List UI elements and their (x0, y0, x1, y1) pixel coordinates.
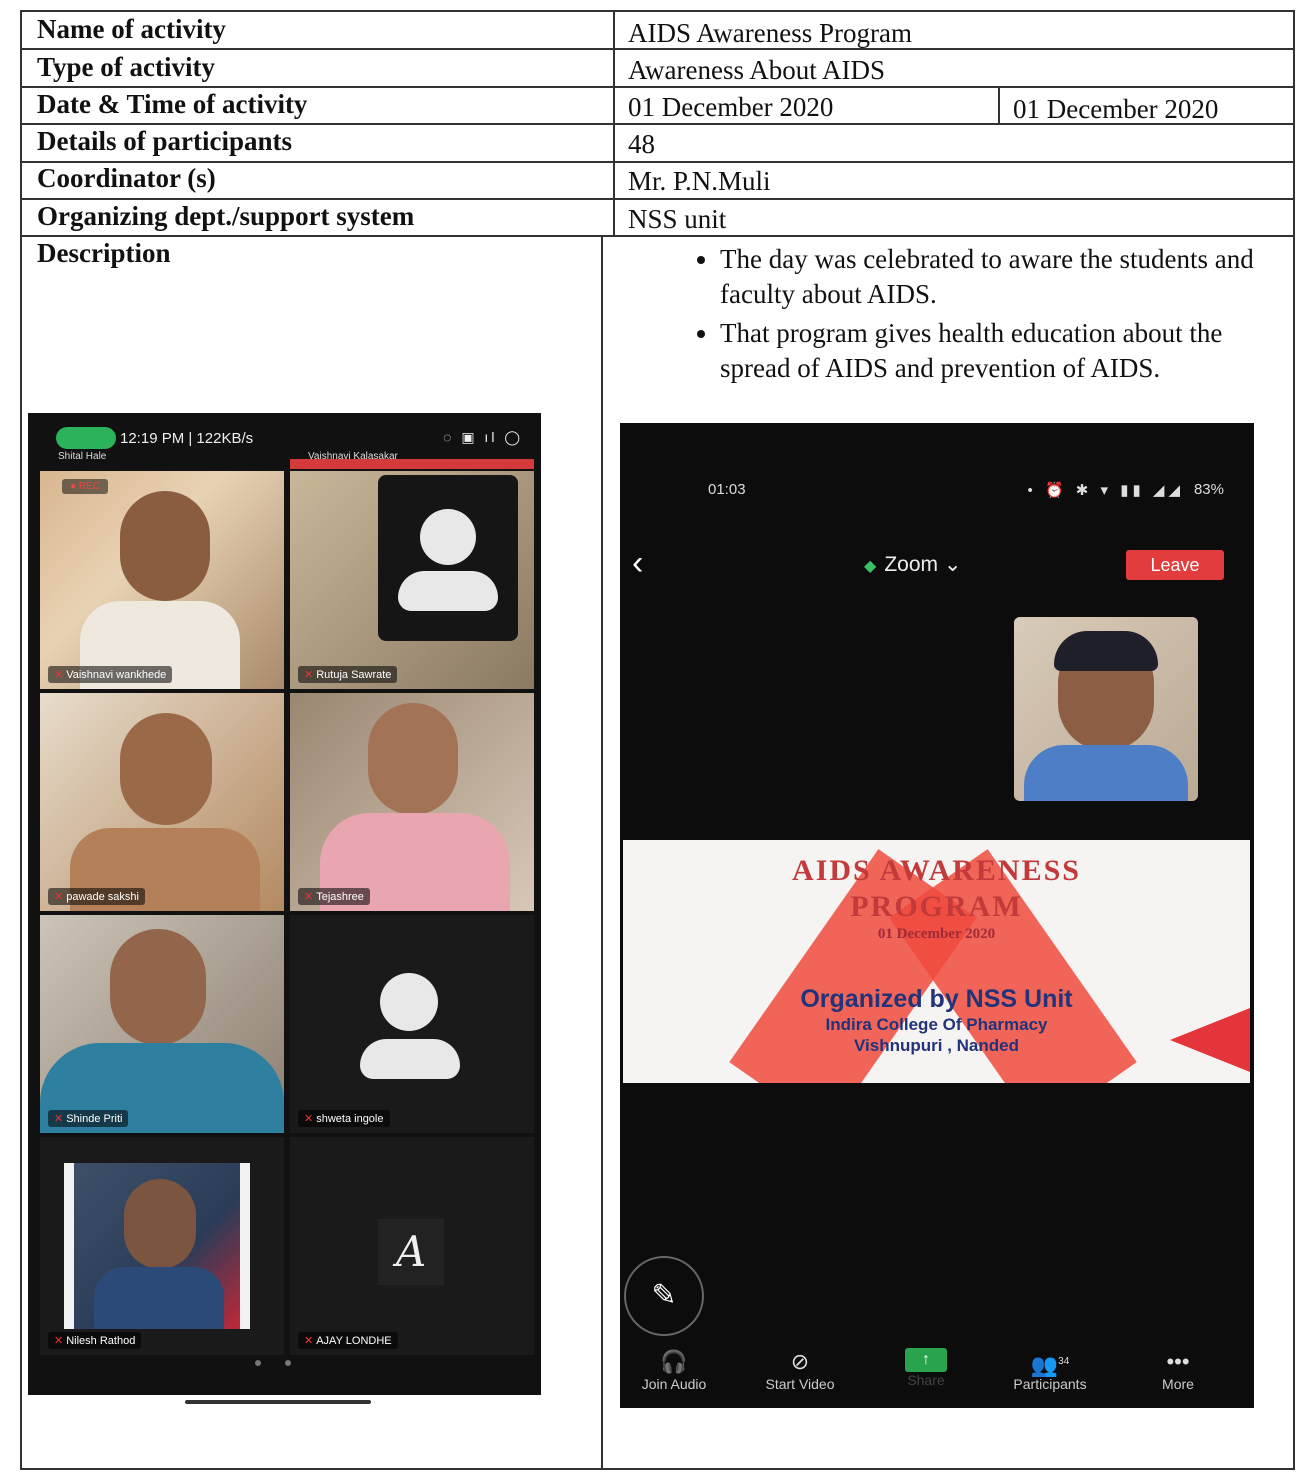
home-indicator (185, 1400, 371, 1404)
muted-mic-icon: ✕ (304, 891, 314, 903)
participants-count-badge: 34 (1058, 1356, 1070, 1367)
more-button[interactable]: ••• More (1118, 1348, 1238, 1392)
active-speaker-indicator (290, 459, 534, 469)
back-icon[interactable]: ‹ (632, 546, 643, 580)
mic-icon (56, 427, 116, 449)
start-video-button[interactable]: ⊘ Start Video (740, 1348, 860, 1392)
row-label-organizer: Organizing dept./support system (37, 201, 415, 231)
recording-badge: ● REC (62, 479, 108, 494)
muted-mic-icon: ✕ (304, 669, 314, 681)
participant-name: Rutuja Sawrate (316, 669, 392, 681)
slide-organizer: Organized by NSS Unit (800, 985, 1073, 1013)
participant-name: shweta ingole (316, 1113, 384, 1125)
join-audio-button[interactable]: 🎧 Join Audio (614, 1348, 734, 1392)
avatar-initial: A (378, 1219, 444, 1285)
meeting-toolbar: 🎧 Join Audio ⊘ Start Video ↑ Share 👥34 P… (620, 1348, 1254, 1404)
share-button[interactable]: ↑ Share (866, 1348, 986, 1388)
annotate-pencil-icon[interactable]: ✎ (624, 1256, 704, 1336)
video-tile: ✕ Shinde Priti (40, 915, 284, 1133)
muted-mic-icon: ✕ (54, 1335, 64, 1347)
muted-mic-icon: ✕ (54, 891, 64, 903)
status-bar: 12:19 PM | 122KB/s ◌ ▣ ıl ◯ (28, 413, 541, 453)
description-point: That program gives health education abou… (720, 316, 1292, 386)
battery-level: 83% (1193, 481, 1224, 498)
speaker-video (1014, 617, 1198, 801)
table-column-divider (601, 235, 603, 1470)
participant-name: Shinde Priti (66, 1113, 123, 1125)
video-tile: ✕ Tejashree (290, 693, 534, 911)
meeting-header: ‹ ◆ Zoom ⌄ Leave (620, 546, 1254, 588)
status-icons: ◌ ▣ ıl ◯ (443, 429, 523, 445)
share-icon: ↑ (905, 1348, 947, 1372)
page-indicator[interactable] (243, 1353, 303, 1371)
participant-name: pawade sakshi (66, 891, 139, 903)
muted-mic-icon: ✕ (54, 1113, 64, 1125)
row-value-organizer: NSS unit (628, 204, 727, 234)
participants-icon: 👥 (1030, 1352, 1059, 1378)
shield-icon: ◆ (864, 558, 877, 575)
shared-slide: AIDS AWARENESS PROGRAM 01 December 2020 … (623, 840, 1250, 1083)
muted-mic-icon: ✕ (304, 1335, 314, 1347)
top-name-left: Shital Hale (58, 451, 107, 462)
video-tile: ✕ Rutuja Sawrate (290, 471, 534, 689)
slide-location: Vishnupuri , Nanded (854, 1036, 1019, 1055)
participant-name: Tejashree (316, 891, 364, 903)
description-point: The day was celebrated to aware the stud… (720, 242, 1292, 312)
status-time: 01:03 (708, 481, 746, 498)
status-icons: • ⏰ ✱ ▾ ▮▮ ◢◢ (1027, 482, 1184, 499)
participants-button[interactable]: 👥34 Participants (990, 1348, 1110, 1392)
more-icon: ••• (1166, 1349, 1190, 1374)
slide-date: 01 December 2020 (877, 926, 996, 942)
row-value-participants: 48 (628, 129, 655, 159)
headphones-icon: 🎧 (660, 1349, 688, 1374)
row-label-coordinator: Coordinator (s) (37, 163, 216, 193)
row-label-participants: Details of participants (37, 126, 292, 156)
avatar (378, 475, 518, 641)
video-tile: ✕ Nilesh Rathod (40, 1137, 284, 1355)
app-title[interactable]: ◆ Zoom ⌄ (864, 552, 961, 577)
meeting-gallery-screenshot: 12:19 PM | 122KB/s ◌ ▣ ıl ◯ Shital Hale … (28, 413, 541, 1395)
row-label-name: Name of activity (37, 14, 226, 44)
slide-title-line1: AIDS AWARENESS (792, 854, 1081, 887)
row-value-type: Awareness About AIDS (628, 55, 886, 85)
date-cell-divider (998, 87, 1000, 125)
video-tile: ✕ shweta ingole (290, 915, 534, 1133)
row-label-date: Date & Time of activity (37, 89, 308, 119)
muted-mic-icon: ✕ (54, 669, 64, 681)
video-tile: A ✕ AJAY LONDHE (290, 1137, 534, 1355)
participant-name: Vaishnavi wankhede (66, 669, 167, 681)
slide-title-line2: PROGRAM (850, 890, 1023, 923)
chevron-down-icon: ⌄ (943, 553, 962, 576)
description-list: The day was celebrated to aware the stud… (672, 242, 1292, 390)
row-value-date-end: 01 December 2020 (1013, 94, 1219, 124)
video-tile: ● REC ✕ Vaishnavi wankhede (40, 471, 284, 689)
row-label-type: Type of activity (37, 52, 215, 82)
participant-name: Nilesh Rathod (66, 1335, 136, 1347)
row-value-date: 01 December 2020 (628, 92, 834, 122)
zoom-meeting-screenshot: 01:03 • ⏰ ✱ ▾ ▮▮ ◢◢ 83% ‹ ◆ Zoom ⌄ Leave … (620, 423, 1254, 1408)
status-time: 12:19 PM | 122KB/s (120, 430, 254, 447)
row-value-coordinator: Mr. P.N.Muli (628, 166, 771, 196)
row-label-description: Description (37, 238, 171, 268)
video-tile: ✕ pawade sakshi (40, 693, 284, 911)
row-value-name: AIDS Awareness Program (628, 18, 912, 48)
participant-name: AJAY LONDHE (316, 1335, 392, 1347)
leave-button[interactable]: Leave (1126, 550, 1224, 580)
video-off-icon: ⊘ (790, 1349, 810, 1374)
muted-mic-icon: ✕ (304, 1113, 314, 1125)
slide-college: Indira College Of Pharmacy (825, 1015, 1048, 1034)
